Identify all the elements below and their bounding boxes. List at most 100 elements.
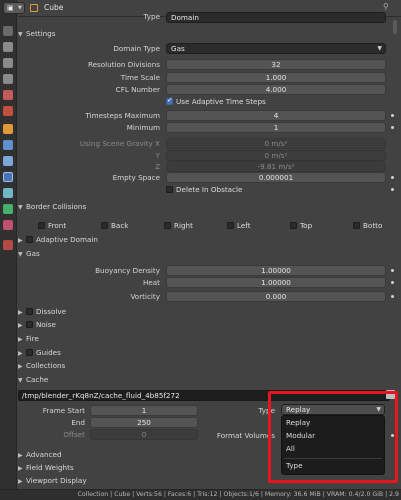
- adaptive-label: Use Adaptive Time Steps: [176, 97, 266, 106]
- advanced-title: Advanced: [26, 450, 62, 459]
- resolution-field[interactable]: 32: [166, 59, 386, 70]
- border-collisions-title: Border Collisions: [26, 202, 87, 211]
- keyframe-dot-icon[interactable]: [391, 176, 394, 179]
- collections-panel-header[interactable]: ▶ Collections: [18, 360, 390, 372]
- offset-field: 0: [90, 429, 198, 440]
- end-field[interactable]: 250: [90, 417, 198, 428]
- collapsed-icon: ▶: [18, 363, 23, 370]
- cache-panel-header[interactable]: ▼ Cache: [18, 374, 390, 386]
- tool-icon[interactable]: [3, 26, 13, 36]
- particles-icon[interactable]: [3, 156, 13, 166]
- cache-path-text: /tmp/blender_rKq8nZ/cache_fluid_4b85f272: [22, 391, 180, 400]
- view-layer-icon[interactable]: [3, 74, 13, 84]
- border-back-toggle[interactable]: Back: [101, 220, 128, 231]
- pin-icon[interactable]: ⚲: [383, 2, 389, 11]
- modifier-icon[interactable]: [3, 140, 13, 150]
- checkbox-icon: [290, 222, 297, 229]
- keyframe-dot-icon[interactable]: [391, 295, 394, 298]
- guides-panel-header[interactable]: ▶ Guides: [18, 347, 390, 359]
- frame-start-field[interactable]: 1: [90, 405, 198, 416]
- format-volumes-label: Format Volumes: [216, 431, 275, 440]
- output-icon[interactable]: [3, 58, 13, 68]
- border-right-toggle[interactable]: Right: [164, 220, 193, 231]
- domain-type-label: Domain Type: [113, 44, 160, 53]
- material-icon[interactable]: [3, 220, 13, 230]
- checkbox-icon[interactable]: [26, 349, 33, 356]
- time-scale-field[interactable]: 1.000: [166, 72, 386, 83]
- gravity-y-field: 0 m/s²: [166, 150, 386, 161]
- checkbox-icon: [166, 186, 173, 193]
- frame-start-label: Frame Start: [42, 406, 85, 415]
- dissolve-panel-header[interactable]: ▶ Dissolve: [18, 306, 390, 318]
- render-icon[interactable]: [3, 42, 13, 52]
- expanded-icon: ▼: [18, 204, 23, 211]
- keyframe-dot-icon[interactable]: [391, 269, 394, 272]
- object-icon[interactable]: [3, 124, 13, 134]
- status-text: Collection | Cube | Verts:56 | Faces:6 |…: [77, 491, 399, 498]
- gravity-z-label: Z: [155, 162, 160, 171]
- scrollbar[interactable]: [393, 20, 397, 34]
- minimum-field[interactable]: 1: [166, 122, 386, 133]
- collections-title: Collections: [26, 361, 66, 370]
- collapsed-icon: ▶: [18, 465, 23, 472]
- collapsed-icon: ▶: [18, 336, 23, 343]
- viewport-display-panel-header[interactable]: ▶ Viewport Display: [18, 475, 268, 487]
- collapsed-icon: ▶: [18, 452, 23, 459]
- vorticity-field[interactable]: 0.000: [166, 291, 386, 302]
- border-collisions-panel-header[interactable]: ▼ Border Collisions: [18, 201, 390, 213]
- domain-type-dropdown[interactable]: Gas ▼: [166, 43, 386, 54]
- guides-title: Guides: [36, 348, 61, 357]
- border-front-toggle[interactable]: Front: [38, 220, 66, 231]
- expanded-icon: ▼: [18, 377, 23, 384]
- advanced-panel-header[interactable]: ▶ Advanced: [18, 449, 268, 461]
- heat-field[interactable]: 1.00000: [166, 277, 386, 288]
- header-title: Cube: [44, 3, 64, 12]
- adaptive-domain-panel-header[interactable]: ▶ Adaptive Domain: [18, 234, 390, 246]
- border-bottom-toggle[interactable]: Botto: [353, 220, 382, 231]
- gas-title: Gas: [26, 249, 40, 258]
- checkbox-checked-icon: [166, 96, 173, 105]
- fire-panel-header[interactable]: ▶ Fire: [18, 333, 390, 345]
- heat-label: Heat: [142, 278, 160, 287]
- delete-obstacle-checkbox[interactable]: Delete In Obstacle: [166, 185, 242, 194]
- cache-title: Cache: [26, 375, 49, 384]
- left-label: Left: [237, 221, 251, 230]
- settings-panel-header[interactable]: ▼ Settings: [18, 28, 390, 40]
- type-label: Type: [143, 12, 160, 21]
- collapsed-icon: ▶: [18, 309, 23, 316]
- object-icon: [30, 4, 38, 12]
- keyframe-dot-icon[interactable]: [391, 188, 394, 191]
- noise-title: Noise: [36, 320, 56, 329]
- field-weights-panel-header[interactable]: ▶ Field Weights: [18, 462, 268, 474]
- collapsed-icon: ▶: [18, 350, 23, 357]
- checkbox-icon: [227, 222, 234, 229]
- minimum-label: Minimum: [126, 123, 160, 132]
- physics-icon[interactable]: [3, 172, 13, 182]
- checkbox-icon[interactable]: [26, 308, 33, 315]
- noise-panel-header[interactable]: ▶ Noise: [18, 319, 390, 331]
- texture-icon[interactable]: [3, 240, 13, 250]
- scene-icon[interactable]: [3, 90, 13, 100]
- keyframe-dot-icon[interactable]: [391, 114, 394, 117]
- buoyancy-field[interactable]: 1.00000: [166, 265, 386, 276]
- timesteps-max-field[interactable]: 4: [166, 110, 386, 121]
- editor-icon: ▣: [7, 4, 14, 12]
- keyframe-dot-icon[interactable]: [391, 126, 394, 129]
- editor-type-button[interactable]: ▣ ▼: [3, 2, 25, 14]
- empty-space-field[interactable]: 0.000001: [166, 172, 386, 183]
- adaptive-checkbox[interactable]: Use Adaptive Time Steps: [166, 96, 266, 106]
- data-icon[interactable]: [3, 204, 13, 214]
- keyframe-dot-icon[interactable]: [391, 281, 394, 284]
- constraints-icon[interactable]: [3, 188, 13, 198]
- checkbox-icon[interactable]: [26, 321, 33, 328]
- checkbox-icon[interactable]: [26, 236, 33, 243]
- border-top-toggle[interactable]: Top: [290, 220, 312, 231]
- offset-label: Offset: [63, 430, 85, 439]
- gas-panel-header[interactable]: ▼ Gas: [18, 248, 390, 260]
- cfl-field[interactable]: 4.000: [166, 84, 386, 95]
- world-icon[interactable]: [3, 106, 13, 116]
- checkbox-icon: [353, 222, 360, 229]
- domain-type-value: Gas: [171, 44, 185, 53]
- type-dropdown[interactable]: Domain: [166, 12, 386, 23]
- border-left-toggle[interactable]: Left: [227, 220, 251, 231]
